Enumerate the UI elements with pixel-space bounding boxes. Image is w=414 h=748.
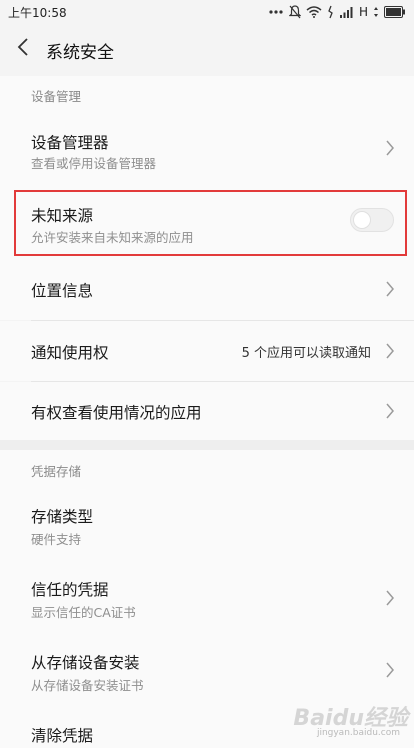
row-trusted-credentials[interactable]: 信任的凭据 显示信任的CA证书 [0,562,414,634]
row-location[interactable]: 位置信息 [0,258,414,320]
chevron-left-icon [17,38,29,60]
row-usage-access[interactable]: 有权查看使用情况的应用 [0,382,414,440]
more-dots-icon [268,9,284,15]
row-subtitle: 查看或停用设备管理器 [31,156,157,171]
chevron-right-icon [386,662,394,678]
row-title: 通知使用权 [31,344,109,362]
row-subtitle: 显示信任的CA证书 [31,605,136,620]
row-title: 未知来源 [31,207,94,225]
section-header-device-admin: 设备管理 [0,76,414,112]
status-time: 上午10:58 [8,6,67,20]
back-button[interactable] [10,36,36,62]
row-title: 信任的凭据 [31,581,109,599]
row-storage-type: 存储类型 硬件支持 [0,492,414,562]
vibrate-icon [327,5,335,19]
signal-icon [339,6,354,18]
row-notification-access[interactable]: 通知使用权 5 个应用可以读取通知 [0,321,414,381]
chevron-right-icon [386,343,394,359]
chevron-right-icon [386,281,394,297]
data-arrows-icon [373,6,379,18]
row-subtitle: 从存储设备安装证书 [31,678,144,693]
row-subtitle: 硬件支持 [31,532,82,547]
row-title: 位置信息 [31,282,94,300]
chevron-right-icon [386,403,394,419]
row-title: 设备管理器 [31,134,109,152]
chevron-right-icon [386,140,394,156]
row-title: 存储类型 [31,508,94,526]
toggle-knob [353,211,371,229]
row-title: 从存储设备安装 [31,654,140,672]
section-label: 设备管理 [31,89,82,104]
row-value: 5 个应用可以读取通知 [241,346,371,361]
status-icons: H [268,3,406,21]
network-type-label: H [358,5,368,19]
app-header: 系统安全 [0,24,414,76]
mute-bell-icon [288,5,301,19]
section-header-credentials: 凭据存储 [0,450,414,492]
row-subtitle: 允许安装来自未知来源的应用 [31,230,194,245]
status-bar: 上午10:58 H [0,0,414,24]
row-title: 清除凭据 [31,727,94,745]
section-gap [0,440,414,450]
section-label: 凭据存储 [31,464,82,479]
wifi-icon [306,6,322,18]
page-title: 系统安全 [46,43,114,63]
chevron-right-icon [386,590,394,606]
battery-icon [384,6,406,18]
row-device-manager[interactable]: 设备管理器 查看或停用设备管理器 [0,112,414,182]
row-title: 有权查看使用情况的应用 [31,404,202,422]
unknown-sources-toggle[interactable] [350,208,394,232]
row-unknown-sources[interactable]: 未知来源 允许安装来自未知来源的应用 [0,182,414,258]
row-install-from-storage[interactable]: 从存储设备安装 从存储设备安装证书 [0,634,414,706]
watermark-url: jingyan.baidu.com [316,728,400,738]
